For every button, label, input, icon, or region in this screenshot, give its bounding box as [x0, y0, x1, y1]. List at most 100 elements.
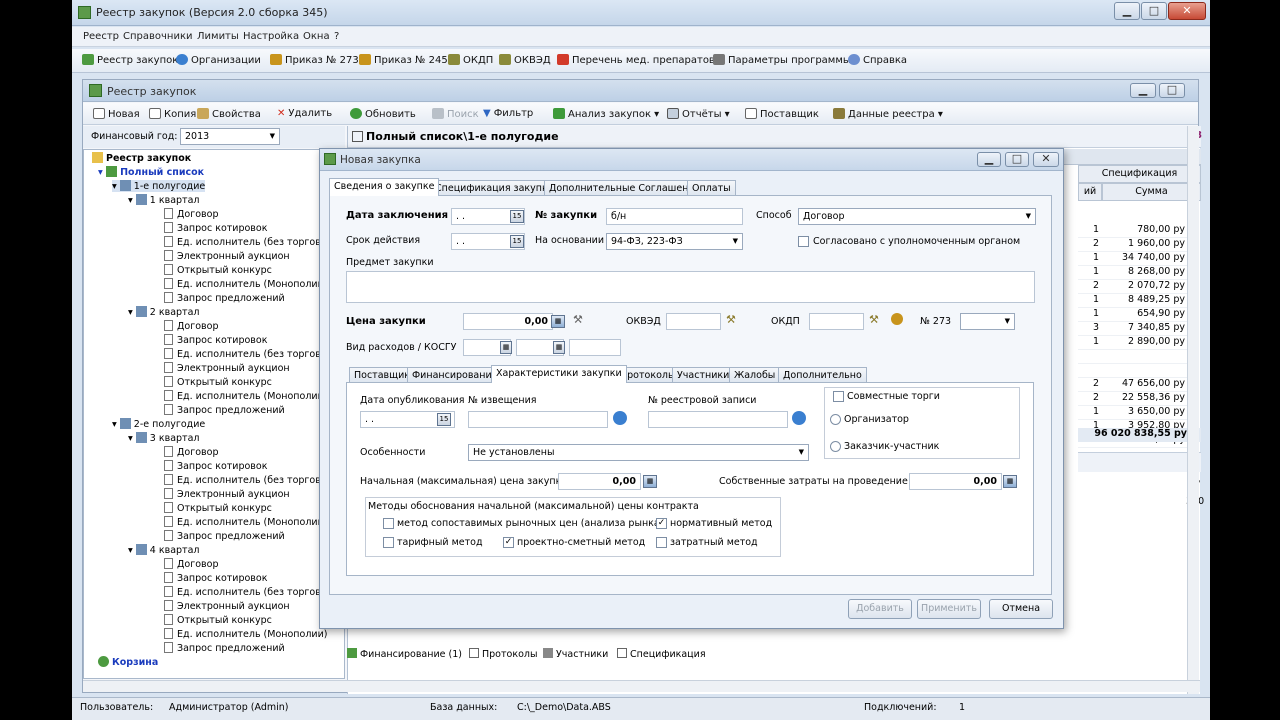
method-normative-checkbox[interactable]: ✓	[656, 518, 667, 529]
grid-header-spec[interactable]: Спецификация	[1078, 165, 1201, 183]
tree-item[interactable]: Электронный аукцион	[164, 362, 290, 374]
menu-settings[interactable]: Настройка	[243, 31, 299, 42]
minimize-button[interactable]: ▁	[1114, 2, 1140, 20]
bottom-tab-protocols[interactable]: Протоколы	[469, 648, 537, 660]
method-tariff-checkbox[interactable]	[383, 537, 394, 548]
tb-params-button[interactable]: Параметры программы	[713, 54, 851, 66]
grid-col-short[interactable]: ий	[1078, 183, 1102, 201]
tools-icon[interactable]: ⚒	[726, 313, 736, 326]
menu-windows[interactable]: Окна	[303, 31, 330, 42]
registry-minimize-button[interactable]: ▁	[1130, 83, 1156, 98]
tools-icon[interactable]: ⚒	[869, 313, 879, 326]
tree-q4[interactable]: ▾ 4 квартал	[128, 544, 199, 556]
subtab-participants[interactable]: Участники	[672, 367, 735, 383]
tree-item[interactable]: Запрос предложений	[164, 404, 285, 416]
hammer-icon[interactable]: ⚒	[573, 313, 583, 326]
tree-item[interactable]: Договор	[164, 320, 218, 332]
supplier-button[interactable]: Поставщик	[745, 108, 819, 120]
tb-okdp-button[interactable]: ОКДП	[448, 54, 493, 66]
method-select[interactable]: Договор	[798, 208, 1036, 225]
registry-restore-button[interactable]: □	[1159, 83, 1185, 98]
calculator-icon[interactable]: ▦	[643, 475, 657, 488]
tree-item[interactable]: Открытый конкурс	[164, 264, 272, 276]
tree-item[interactable]: Договор	[164, 446, 218, 458]
vertical-scrollbar[interactable]	[1187, 126, 1199, 694]
kosgu-extra-input[interactable]	[569, 339, 621, 356]
menu-limits[interactable]: Лимиты	[197, 31, 239, 42]
delete-button[interactable]: ✕ Удалить	[277, 108, 332, 119]
subject-textarea[interactable]	[346, 271, 1035, 303]
tree-trash[interactable]: Корзина	[98, 656, 158, 668]
tree-item[interactable]: Ед. исполнитель (Монополии)	[164, 390, 327, 402]
globe-icon[interactable]	[792, 411, 806, 425]
organizer-radio[interactable]	[830, 414, 841, 425]
people-icon[interactable]	[891, 313, 903, 325]
bottom-tab-spec[interactable]: Спецификация	[617, 648, 706, 660]
subtab-characteristics[interactable]: Характеристики закупки	[491, 365, 627, 383]
tree-q1[interactable]: ▾ 1 квартал	[128, 194, 199, 206]
tb-order273-button[interactable]: Приказ № 273	[270, 54, 359, 66]
calendar-icon[interactable]: 15	[510, 235, 524, 248]
tab-additional-agreements[interactable]: Дополнительные Соглашения	[544, 180, 706, 196]
tree-item[interactable]: Запрос предложений	[164, 530, 285, 542]
close-button[interactable]: ✕	[1168, 2, 1206, 20]
tree-item[interactable]: Ед. исполнитель (без торгов)	[164, 474, 325, 486]
menu-registry[interactable]: Реестр	[83, 31, 119, 42]
tab-purchase-info[interactable]: Сведения о закупке	[329, 178, 440, 196]
tree-root[interactable]: Реестр закупок	[92, 152, 191, 164]
method-market-checkbox[interactable]	[383, 518, 394, 529]
tree-item[interactable]: Открытый конкурс	[164, 614, 272, 626]
refresh-button[interactable]: Обновить	[350, 108, 416, 120]
reports-button[interactable]: Отчёты ▾	[667, 108, 730, 120]
filter-button[interactable]: ▼ Фильтр	[483, 108, 533, 119]
tb-help-button[interactable]: Справка	[848, 54, 907, 66]
features-select[interactable]: Не установлены	[468, 444, 809, 461]
subtab-complaints[interactable]: Жалобы	[729, 367, 781, 383]
customer-radio[interactable]	[830, 441, 841, 452]
tb-organizations-button[interactable]: Организации	[176, 54, 261, 66]
subtab-financing[interactable]: Финансирование	[407, 367, 503, 383]
tree-item[interactable]: Запрос предложений	[164, 642, 285, 654]
tree-q3[interactable]: ▾ 3 квартал	[128, 432, 199, 444]
subtab-supplier[interactable]: Поставщик	[349, 367, 415, 383]
tab-payments[interactable]: Оплаты	[687, 180, 736, 196]
okved-input[interactable]	[666, 313, 721, 330]
notice-input[interactable]	[468, 411, 608, 428]
copy-button[interactable]: Копия	[149, 108, 196, 120]
tree-half2[interactable]: ▾ 2-е полугодие	[112, 418, 205, 430]
tree-item[interactable]: Электронный аукцион	[164, 488, 290, 500]
apply-button[interactable]: Применить	[917, 599, 981, 619]
tree-item[interactable]: Ед. исполнитель (без торгов)	[164, 236, 325, 248]
tb-med-list-button[interactable]: Перечень мед. препаратов	[557, 54, 715, 66]
tree-item[interactable]: Ед. исполнитель (без торгов)	[164, 348, 325, 360]
grid-icon[interactable]: ▦	[553, 341, 565, 354]
basis-select[interactable]: 94-ФЗ, 223-ФЗ	[606, 233, 743, 250]
number-input[interactable]: б/н	[606, 208, 743, 225]
bottom-tab-participants[interactable]: Участники	[543, 648, 608, 660]
start-price-input[interactable]: 0,00	[558, 473, 641, 490]
tree-item[interactable]: Ед. исполнитель (Монополии)	[164, 628, 327, 640]
method-project-checkbox[interactable]: ✓	[503, 537, 514, 548]
dialog-close-button[interactable]: ✕	[1033, 152, 1059, 167]
tree-item[interactable]: Открытый конкурс	[164, 502, 272, 514]
tree-half1[interactable]: ▾ 1-е полугодие	[112, 180, 206, 192]
tree-item[interactable]: Запрос котировок	[164, 460, 267, 472]
price-input[interactable]: 0,00	[463, 313, 553, 330]
subtab-additional[interactable]: Дополнительно	[778, 367, 867, 383]
tab-purchase-spec[interactable]: Спецификация закупки	[430, 180, 559, 196]
tree-item[interactable]: Запрос предложений	[164, 292, 285, 304]
maximize-button[interactable]: □	[1141, 2, 1167, 20]
n273-select[interactable]	[960, 313, 1015, 330]
search-button[interactable]: Поиск	[432, 108, 479, 120]
joint-trade-checkbox[interactable]	[833, 391, 844, 402]
menu-references[interactable]: Справочники	[123, 31, 193, 42]
add-button[interactable]: Добавить	[848, 599, 912, 619]
registry-data-button[interactable]: Данные реестра ▾	[833, 108, 943, 120]
bottom-tab-financing[interactable]: Финансирование (1)	[347, 648, 462, 660]
tree-full-list[interactable]: ▾ Полный список	[98, 166, 204, 178]
horizontal-scrollbar[interactable]	[83, 680, 1200, 692]
tb-okved-button[interactable]: ОКВЭД	[499, 54, 551, 66]
grid-icon[interactable]: ▦	[500, 341, 512, 354]
tree-item[interactable]: Электронный аукцион	[164, 600, 290, 612]
agreed-checkbox[interactable]	[798, 236, 809, 247]
